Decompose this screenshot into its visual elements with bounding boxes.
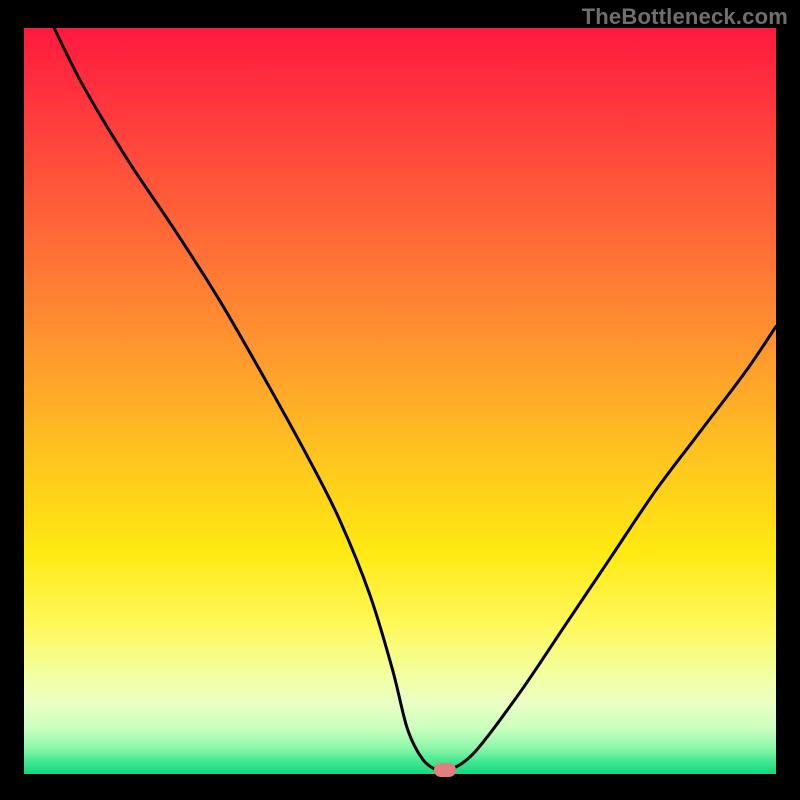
chart-svg	[24, 28, 776, 774]
watermark-text: TheBottleneck.com	[582, 4, 788, 30]
plot-outer	[24, 28, 776, 774]
plot-area	[24, 28, 776, 774]
gradient-background	[24, 28, 776, 774]
optimal-point-marker	[434, 763, 456, 777]
chart-frame: TheBottleneck.com	[0, 0, 800, 800]
